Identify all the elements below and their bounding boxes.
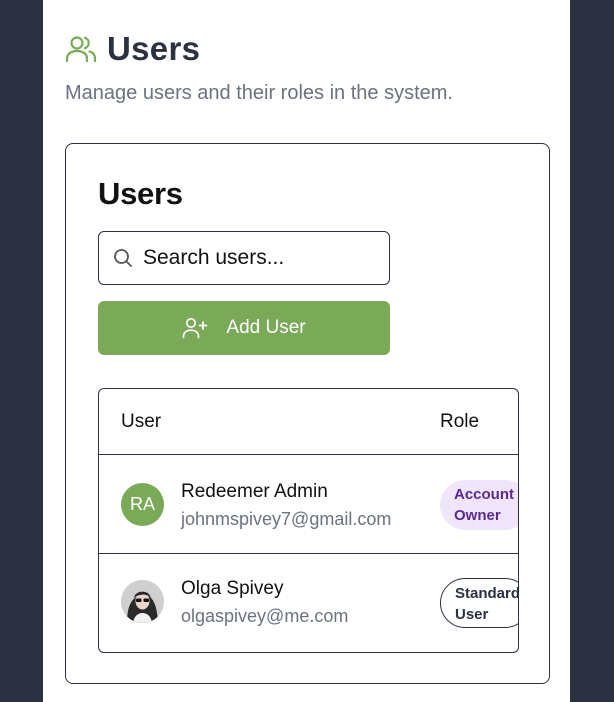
role-badge: Standard User [440, 578, 518, 628]
add-user-button[interactable]: Add User [98, 301, 390, 355]
column-header-user: User [121, 411, 162, 432]
table-header: User Role [99, 389, 518, 455]
users-card: Users Add User User [65, 143, 550, 684]
main-panel: Users Manage users and their roles in th… [43, 0, 570, 702]
page-header: Users [65, 30, 200, 68]
table-row[interactable]: RA Redeemer Admin johnmspivey7@gmail.com… [99, 455, 518, 554]
search-box[interactable] [98, 231, 390, 285]
page-title: Users [107, 30, 201, 67]
users-icon [65, 33, 97, 65]
users-table: User Role RA Redeemer Admin johnmspivey7… [98, 388, 519, 653]
user-email: olgaspivey@me.com [181, 606, 349, 626]
search-icon [113, 248, 133, 268]
user-plus-icon [182, 317, 208, 339]
add-user-label: Add User [226, 317, 306, 338]
role-badge: Account Owner [440, 480, 518, 530]
card-title: Users [98, 176, 183, 211]
page-subtitle: Manage users and their roles in the syst… [65, 82, 453, 104]
column-header-role: Role [440, 411, 480, 432]
search-input[interactable] [143, 246, 363, 270]
table-row[interactable]: Olga Spivey olgaspivey@me.com Standard U… [99, 554, 518, 652]
user-name: Olga Spivey [181, 578, 284, 599]
user-name: Redeemer Admin [181, 481, 328, 502]
avatar [121, 580, 164, 623]
avatar: RA [121, 483, 164, 526]
user-email: johnmspivey7@gmail.com [181, 509, 392, 529]
